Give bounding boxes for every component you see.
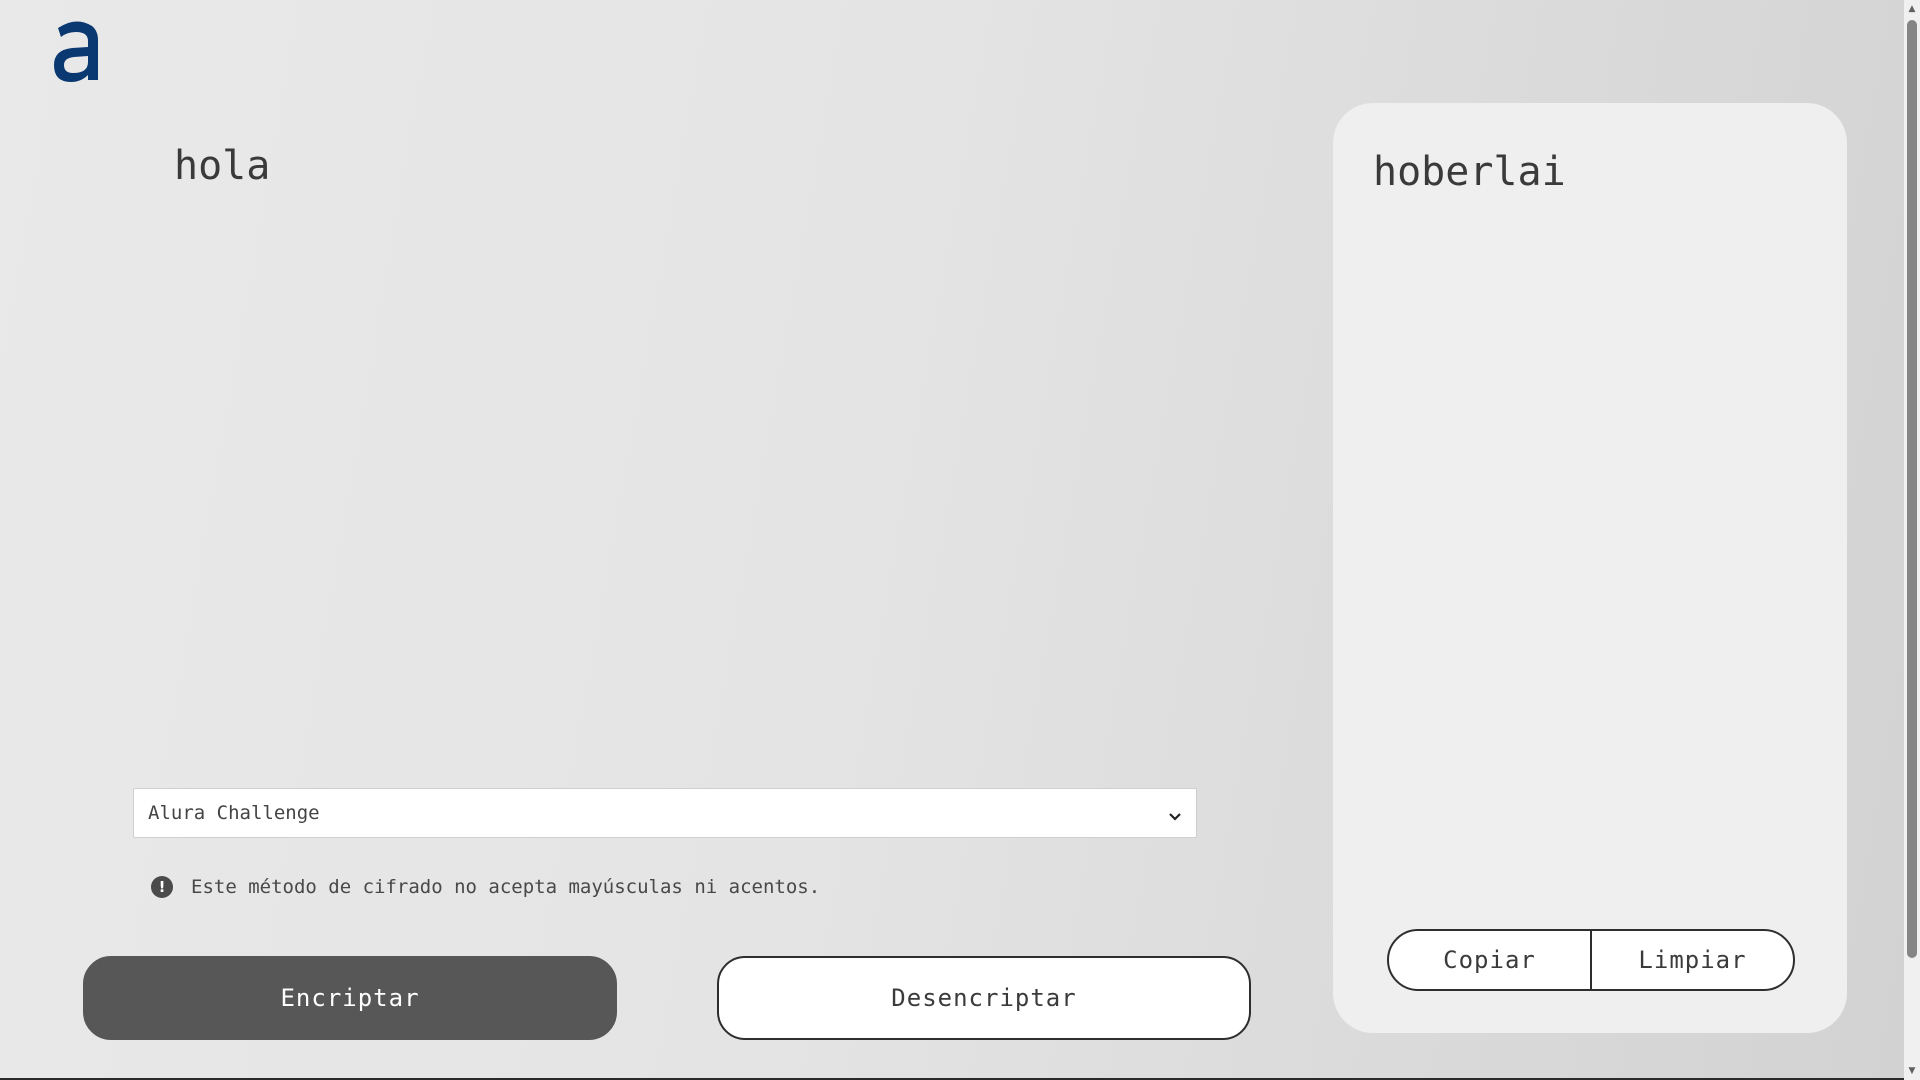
output-panel: hoberlai Copiar Limpiar <box>1333 103 1847 1033</box>
scrollbar-thumb[interactable] <box>1907 20 1917 958</box>
output-text: hoberlai <box>1373 149 1566 195</box>
copy-button[interactable]: Copiar <box>1389 931 1590 989</box>
cipher-method-select[interactable]: Alura Challenge <box>133 788 1197 838</box>
alura-logo-icon <box>50 14 102 84</box>
scroll-up-arrow-icon[interactable]: ▲ <box>1907 4 1917 14</box>
warning-text: Este método de cifrado no acepta mayúscu… <box>191 876 821 898</box>
vertical-scrollbar[interactable]: ▲ ▼ <box>1904 0 1920 1080</box>
output-actions: Copiar Limpiar <box>1387 929 1795 991</box>
exclamation-circle-icon: ! <box>151 876 173 898</box>
cipher-method-selected: Alura Challenge <box>148 802 320 824</box>
scroll-down-arrow-icon[interactable]: ▼ <box>1907 1066 1917 1076</box>
clear-button[interactable]: Limpiar <box>1590 931 1793 989</box>
text-input[interactable]: hola <box>110 120 1200 760</box>
warning-message: ! Este método de cifrado no acepta mayús… <box>151 876 820 898</box>
encrypt-button[interactable]: Encriptar <box>83 956 617 1040</box>
chevron-down-icon <box>1168 806 1182 821</box>
decrypt-button[interactable]: Desencriptar <box>717 956 1251 1040</box>
